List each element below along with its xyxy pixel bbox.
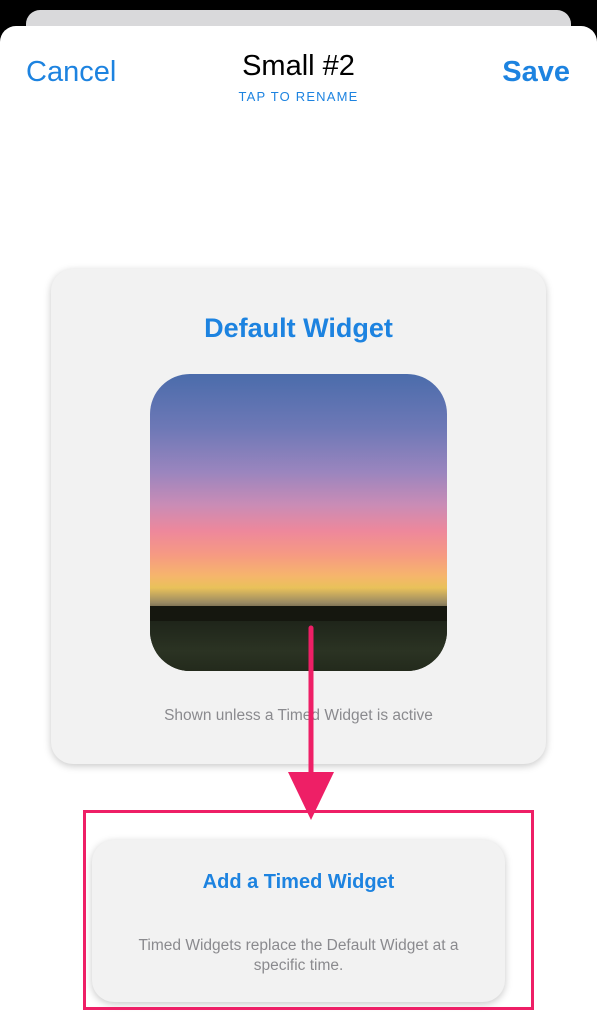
add-timed-widget-button[interactable]: Add a Timed Widget Timed Widgets replace… bbox=[92, 840, 505, 1002]
widget-preview-image[interactable] bbox=[150, 374, 447, 671]
default-widget-title: Default Widget bbox=[204, 313, 393, 343]
save-button[interactable]: Save bbox=[502, 54, 570, 90]
timed-widget-description: Timed Widgets replace the Default Widget… bbox=[138, 937, 459, 974]
default-widget-card: Default Widget Shown unless a Timed Widg… bbox=[51, 269, 546, 764]
default-widget-caption: Shown unless a Timed Widget is active bbox=[164, 707, 433, 724]
rename-hint: TAP TO RENAME bbox=[238, 89, 359, 104]
ground-area bbox=[150, 621, 447, 671]
add-timed-widget-title: Add a Timed Widget bbox=[202, 871, 395, 893]
